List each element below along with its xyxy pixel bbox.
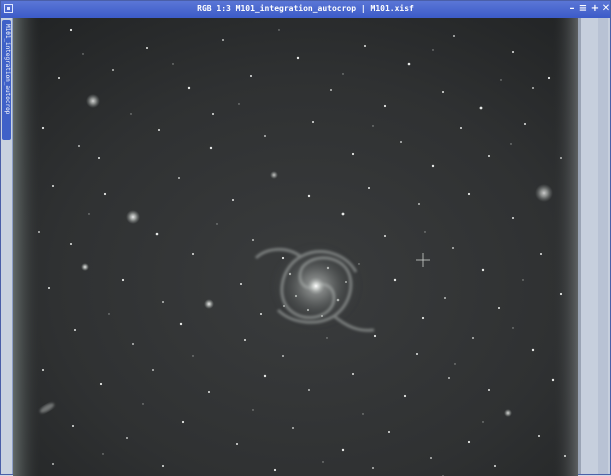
- view-sidebar: M101_integration_autocrop: [1, 18, 13, 474]
- shade-button[interactable]: ≡: [577, 3, 589, 15]
- image-frame-edge: [578, 18, 581, 474]
- vertical-scrollbar[interactable]: [598, 18, 608, 474]
- astro-image: [13, 18, 578, 476]
- image-canvas[interactable]: [13, 18, 578, 476]
- view-identifier-tab[interactable]: M101_integration_autocrop: [2, 20, 11, 140]
- right-scroll-area: [578, 18, 610, 474]
- view-identifier-label: M101_integration_autocrop: [4, 24, 11, 115]
- close-button[interactable]: ✕: [600, 3, 611, 15]
- image-window: RGB 1:3 M101_integration_autocrop | M101…: [0, 0, 611, 476]
- title-bar[interactable]: RGB 1:3 M101_integration_autocrop | M101…: [1, 1, 610, 18]
- window-title: RGB 1:3 M101_integration_autocrop | M101…: [197, 4, 414, 13]
